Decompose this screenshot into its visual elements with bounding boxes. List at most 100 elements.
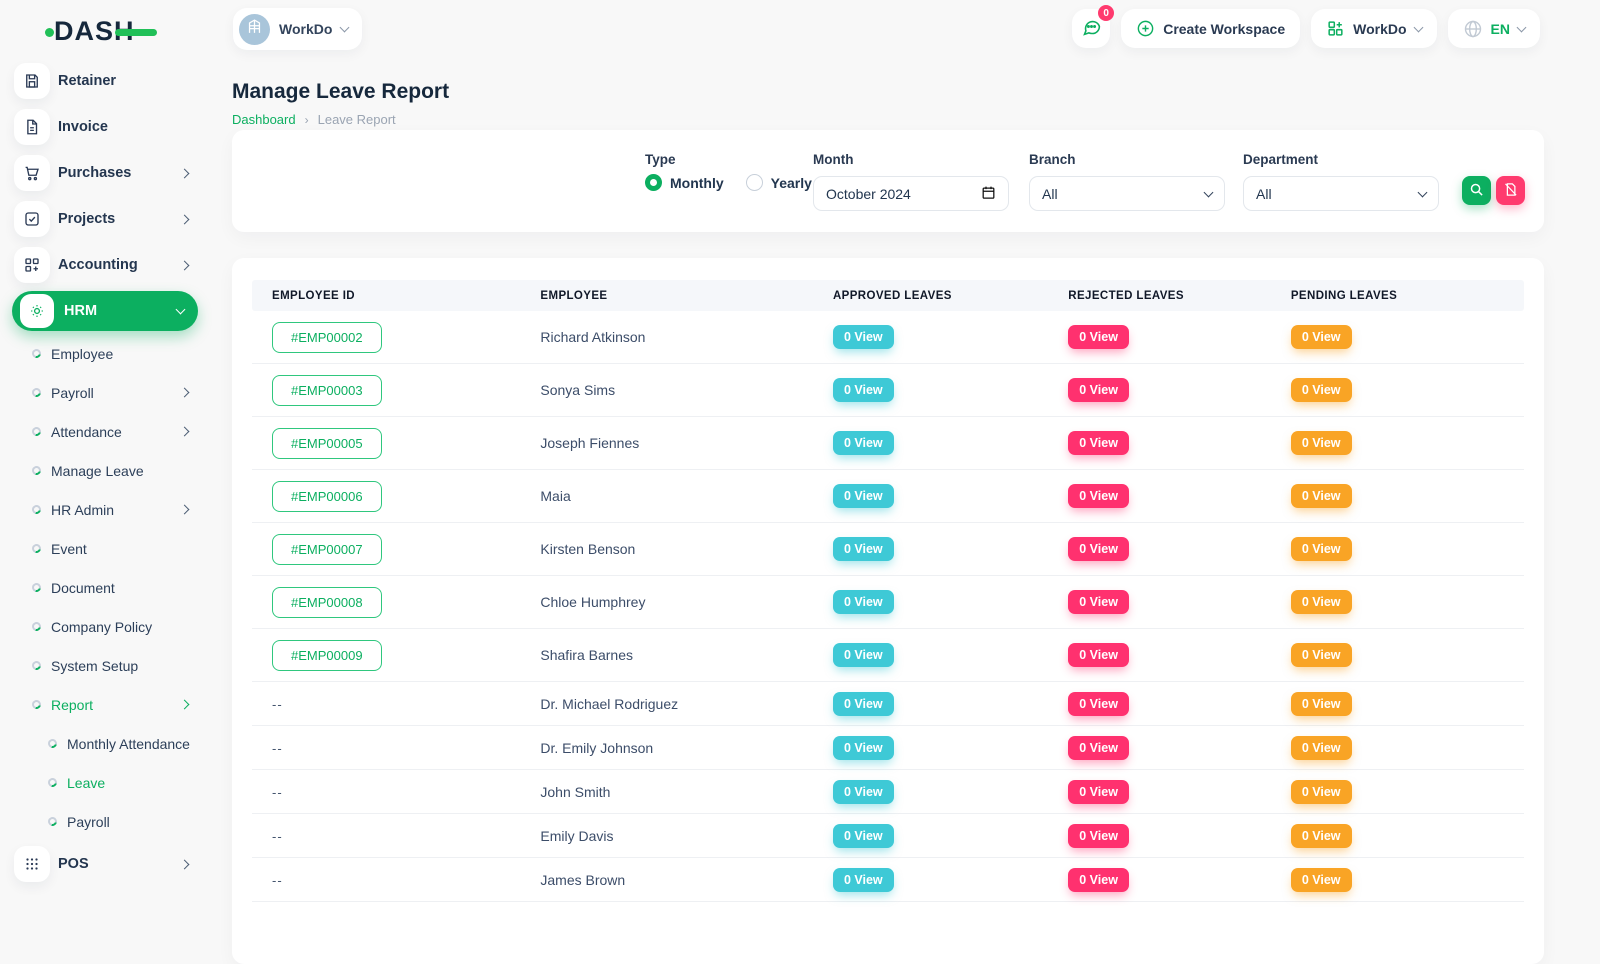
sidebar-item-purchases[interactable]: Purchases	[0, 150, 212, 196]
sidebar-item-payroll[interactable]: Payroll	[0, 373, 212, 412]
approved-view-badge[interactable]: 0 View	[833, 643, 894, 667]
employee-id-cell: #EMP00002	[252, 322, 520, 353]
approved-view-badge[interactable]: 0 View	[833, 325, 894, 349]
rejected-view-badge[interactable]: 0 View	[1068, 325, 1129, 349]
pending-view-badge[interactable]: 0 View	[1291, 692, 1352, 716]
sidebar-item-document[interactable]: Document	[0, 568, 212, 607]
sidebar-item-invoice[interactable]: Invoice	[0, 104, 212, 150]
sidebar-item-projects[interactable]: Projects	[0, 196, 212, 242]
logo-dot-icon	[45, 28, 54, 37]
branch-select[interactable]: All	[1029, 176, 1225, 211]
approved-view-badge[interactable]: 0 View	[833, 378, 894, 402]
employee-id-empty: --	[272, 873, 283, 888]
rejected-view-badge[interactable]: 0 View	[1068, 692, 1129, 716]
employee-id-button[interactable]: #EMP00008	[272, 587, 382, 618]
create-workspace-button[interactable]: Create Workspace	[1121, 9, 1300, 48]
pending-view-badge[interactable]: 0 View	[1291, 780, 1352, 804]
employee-id-button[interactable]: #EMP00006	[272, 481, 382, 512]
approved-view-badge[interactable]: 0 View	[833, 824, 894, 848]
sidebar-item-label: Event	[51, 541, 87, 557]
chevron-down-icon	[340, 23, 350, 33]
sidebar-item-event[interactable]: Event	[0, 529, 212, 568]
sidebar-item-pos[interactable]: POS	[0, 841, 212, 887]
type-radio-group: Monthly Yearly	[645, 174, 812, 191]
radio-yearly[interactable]: Yearly	[746, 174, 812, 191]
calendar-icon[interactable]	[981, 185, 996, 203]
sidebar-item-payroll[interactable]: Payroll	[0, 802, 212, 841]
sidebar-item-monthly-attendance[interactable]: Monthly Attendance	[0, 724, 212, 763]
pending-view-badge[interactable]: 0 View	[1291, 484, 1352, 508]
pending-leaves-cell: 0 View	[1271, 590, 1524, 614]
sidebar-item-employee[interactable]: Employee	[0, 334, 212, 373]
pending-view-badge[interactable]: 0 View	[1291, 590, 1352, 614]
rejected-view-badge[interactable]: 0 View	[1068, 736, 1129, 760]
rejected-view-badge[interactable]: 0 View	[1068, 484, 1129, 508]
sidebar-item-label: Manage Leave	[51, 463, 144, 479]
workspace-switcher[interactable]: WorkDo	[233, 8, 362, 50]
pending-view-badge[interactable]: 0 View	[1291, 325, 1352, 349]
pending-view-badge[interactable]: 0 View	[1291, 378, 1352, 402]
search-button[interactable]	[1462, 176, 1491, 205]
approved-view-badge[interactable]: 0 View	[833, 780, 894, 804]
pending-view-badge[interactable]: 0 View	[1291, 431, 1352, 455]
pending-leaves-cell: 0 View	[1271, 537, 1524, 561]
column-header-employee-id: EMPLOYEE ID	[252, 290, 520, 302]
sidebar-item-report[interactable]: Report	[0, 685, 212, 724]
pending-view-badge[interactable]: 0 View	[1291, 824, 1352, 848]
pending-leaves-cell: 0 View	[1271, 643, 1524, 667]
sidebar-item-hrm[interactable]: HRM	[0, 288, 212, 334]
radio-monthly[interactable]: Monthly	[645, 174, 724, 191]
sidebar-item-label: Projects	[58, 211, 115, 227]
sidebar-item-accounting[interactable]: Accounting	[0, 242, 212, 288]
chevron-down-icon	[1413, 22, 1423, 32]
employee-name: Dr. Michael Rodriguez	[540, 696, 678, 712]
employee-id-cell: --	[252, 696, 520, 712]
pending-view-badge[interactable]: 0 View	[1291, 736, 1352, 760]
rejected-view-badge[interactable]: 0 View	[1068, 431, 1129, 455]
brand-logo[interactable]: DASH	[54, 16, 157, 47]
approved-view-badge[interactable]: 0 View	[833, 590, 894, 614]
approved-view-badge[interactable]: 0 View	[833, 484, 894, 508]
pending-leaves-cell: 0 View	[1271, 736, 1524, 760]
employee-id-button[interactable]: #EMP00009	[272, 640, 382, 671]
rejected-view-badge[interactable]: 0 View	[1068, 868, 1129, 892]
rejected-view-badge[interactable]: 0 View	[1068, 537, 1129, 561]
pending-view-badge[interactable]: 0 View	[1291, 643, 1352, 667]
month-input[interactable]: October 2024	[813, 176, 1009, 211]
employee-id-button[interactable]: #EMP00005	[272, 428, 382, 459]
department-select[interactable]: All	[1243, 176, 1439, 211]
sidebar-item-attendance[interactable]: Attendance	[0, 412, 212, 451]
language-selector[interactable]: EN	[1448, 9, 1540, 48]
employee-id-empty: --	[272, 829, 283, 844]
sidebar-item-company-policy[interactable]: Company Policy	[0, 607, 212, 646]
approved-view-badge[interactable]: 0 View	[833, 868, 894, 892]
reset-filter-button[interactable]	[1496, 176, 1525, 205]
rejected-view-badge[interactable]: 0 View	[1068, 643, 1129, 667]
breadcrumb-dashboard-link[interactable]: Dashboard	[232, 112, 296, 127]
employee-id-button[interactable]: #EMP00003	[272, 375, 382, 406]
pending-view-badge[interactable]: 0 View	[1291, 868, 1352, 892]
approved-view-badge[interactable]: 0 View	[833, 431, 894, 455]
rejected-view-badge[interactable]: 0 View	[1068, 590, 1129, 614]
rejected-view-badge[interactable]: 0 View	[1068, 378, 1129, 402]
sidebar-item-hr-admin[interactable]: HR Admin	[0, 490, 212, 529]
employee-id-cell: #EMP00008	[252, 587, 520, 618]
approved-view-badge[interactable]: 0 View	[833, 736, 894, 760]
employee-name: John Smith	[540, 784, 610, 800]
rejected-view-badge[interactable]: 0 View	[1068, 824, 1129, 848]
messages-button[interactable]: 0	[1072, 9, 1110, 48]
approved-view-badge[interactable]: 0 View	[833, 692, 894, 716]
approved-leaves-cell: 0 View	[813, 868, 1048, 892]
sidebar-item-system-setup[interactable]: System Setup	[0, 646, 212, 685]
employee-id-button[interactable]: #EMP00007	[272, 534, 382, 565]
workdo-menu-button[interactable]: WorkDo	[1311, 9, 1436, 48]
employee-id-button[interactable]: #EMP00002	[272, 322, 382, 353]
pending-leaves-cell: 0 View	[1271, 780, 1524, 804]
approved-view-badge[interactable]: 0 View	[833, 537, 894, 561]
rejected-view-badge[interactable]: 0 View	[1068, 780, 1129, 804]
employee-id-empty: --	[272, 697, 283, 712]
pending-view-badge[interactable]: 0 View	[1291, 537, 1352, 561]
sidebar-item-leave[interactable]: Leave	[0, 763, 212, 802]
sidebar-item-manage-leave[interactable]: Manage Leave	[0, 451, 212, 490]
sidebar-item-retainer[interactable]: Retainer	[0, 58, 212, 104]
